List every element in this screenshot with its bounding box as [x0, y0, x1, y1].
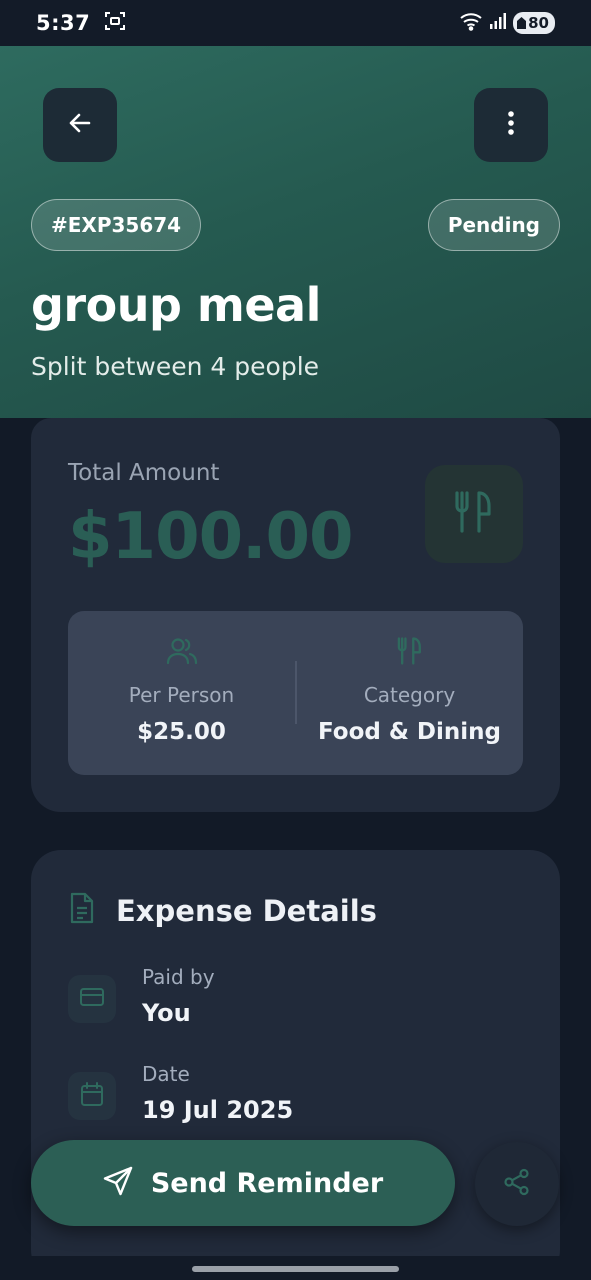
page-title: group meal	[31, 278, 321, 332]
home-indicator[interactable]	[192, 1266, 399, 1272]
back-button[interactable]	[43, 88, 117, 162]
per-person-label: Per Person	[128, 683, 235, 707]
arrow-left-icon	[67, 110, 93, 141]
details-title: Expense Details	[116, 893, 377, 928]
category-icon-box	[425, 465, 523, 563]
date-value: 19 Jul 2025	[142, 1096, 294, 1124]
status-time: 5:37	[36, 11, 91, 35]
category-value: Food & Dining	[318, 719, 501, 745]
status-badge: Pending	[427, 199, 560, 251]
send-icon	[103, 1166, 133, 1201]
battery-icon	[517, 17, 527, 29]
category-stat: Category Food & Dining	[296, 611, 523, 775]
status-bar: 5:37 80	[0, 0, 591, 46]
amount-card: Total Amount $100.00 Per Person $25.00 C…	[31, 418, 560, 812]
date-label: Date	[142, 1062, 190, 1086]
page-subtitle: Split between 4 people	[31, 352, 320, 381]
per-person-stat: Per Person $25.00	[68, 611, 295, 775]
stats-box: Per Person $25.00 Category Food & Dining	[68, 611, 523, 775]
status-left: 5:37	[36, 10, 126, 36]
total-amount-value: $100.00	[68, 500, 353, 574]
utensils-icon	[451, 489, 497, 540]
signal-icon	[489, 12, 507, 34]
paid-by-value: You	[142, 999, 191, 1027]
details-header: Expense Details	[68, 892, 377, 929]
screenshot-icon	[104, 10, 126, 36]
share-button[interactable]	[475, 1142, 559, 1226]
total-amount-label: Total Amount	[68, 460, 220, 486]
paid-by-label: Paid by	[142, 965, 215, 989]
file-text-icon	[68, 892, 96, 929]
expense-id-badge: #EXP35674	[31, 199, 202, 251]
more-vertical-icon	[507, 110, 515, 141]
wifi-icon	[459, 11, 483, 35]
calendar-icon	[81, 1081, 103, 1111]
utensils-icon	[395, 636, 425, 670]
per-person-value: $25.00	[137, 719, 226, 745]
credit-card-icon	[80, 987, 104, 1011]
send-reminder-label: Send Reminder	[150, 1167, 384, 1199]
battery-level: 80	[528, 14, 549, 32]
users-icon	[166, 636, 198, 670]
battery-indicator: 80	[513, 12, 555, 34]
detail-icon-box	[68, 975, 116, 1023]
send-reminder-button[interactable]: Send Reminder	[31, 1140, 455, 1226]
share-icon	[503, 1168, 531, 1201]
more-options-button[interactable]	[474, 88, 548, 162]
expense-header: #EXP35674 Pending group meal Split betwe…	[0, 46, 591, 418]
status-right: 80	[459, 11, 555, 35]
detail-icon-box	[68, 1072, 116, 1120]
category-label: Category	[363, 683, 456, 707]
